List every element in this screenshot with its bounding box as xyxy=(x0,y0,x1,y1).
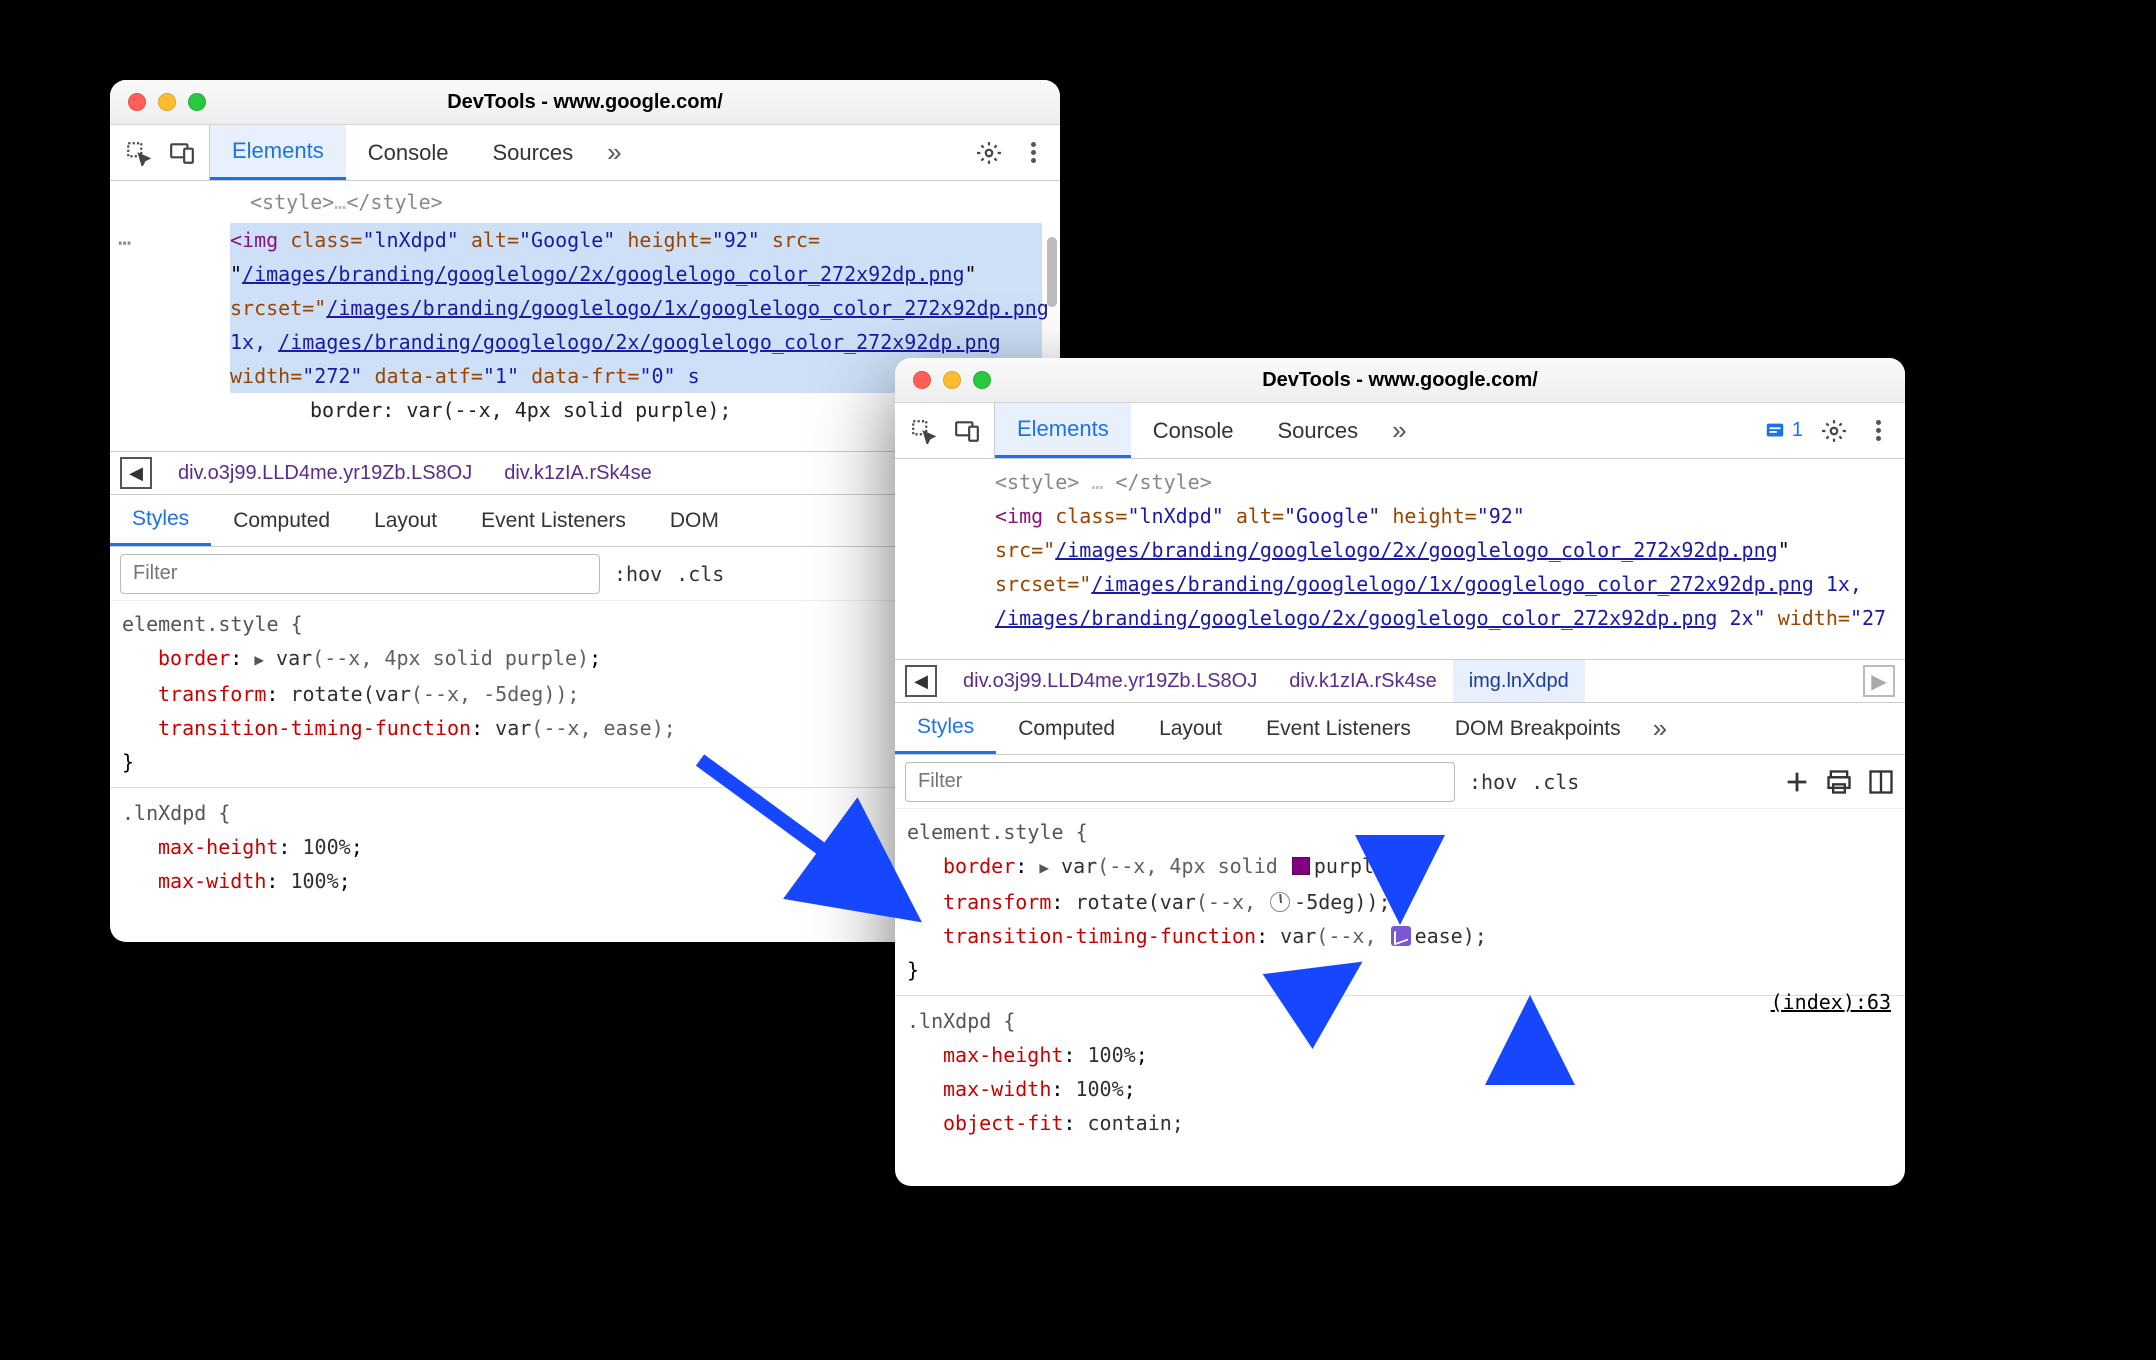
main-tabbar: Elements Console Sources » xyxy=(110,125,1060,181)
subtab-layout[interactable]: Layout xyxy=(1137,703,1244,754)
styles-filter-input[interactable] xyxy=(905,762,1455,802)
subtab-styles[interactable]: Styles xyxy=(895,703,996,754)
print-media-icon[interactable] xyxy=(1825,768,1853,796)
tab-console[interactable]: Console xyxy=(1131,403,1256,458)
srcset-link-2[interactable]: /images/branding/googlelogo/2x/googlelog… xyxy=(278,330,1000,354)
tab-sources[interactable]: Sources xyxy=(1255,403,1380,458)
more-tabs-icon[interactable]: » xyxy=(1380,403,1418,458)
breadcrumb-back-icon[interactable]: ◀ xyxy=(120,457,152,489)
tab-sources[interactable]: Sources xyxy=(470,125,595,180)
minimize-window-button[interactable] xyxy=(158,93,176,111)
close-window-button[interactable] xyxy=(128,93,146,111)
cls-toggle[interactable]: .cls xyxy=(676,562,724,586)
srcset-link-1[interactable]: /images/branding/googlelogo/1x/googlelog… xyxy=(1091,572,1813,596)
kebab-menu-icon[interactable] xyxy=(1865,420,1891,441)
dom-scrollbar[interactable] xyxy=(1047,237,1057,307)
styles-filter-input[interactable] xyxy=(120,554,600,594)
src-link[interactable]: /images/branding/googlelogo/2x/googlelog… xyxy=(1055,538,1777,562)
hov-toggle[interactable]: :hov xyxy=(614,562,662,586)
expand-shorthand-icon[interactable]: ▶ xyxy=(254,643,264,677)
rule-lnxdpd: .lnXdpd { xyxy=(907,1004,1893,1038)
breadcrumb-div1[interactable]: div.o3j99.LLD4me.yr19Zb.LS8OJ xyxy=(162,452,488,494)
styles-pane[interactable]: element.style { border: ▶ var(--x, 4px s… xyxy=(895,809,1905,1152)
settings-gear-icon[interactable] xyxy=(1821,418,1847,444)
devtools-window-after: DevTools - www.google.com/ Elements Cons… xyxy=(895,358,1905,1186)
styles-subtabs: Styles Computed Layout Event Listeners D… xyxy=(895,703,1905,755)
computed-toggle-icon[interactable] xyxy=(1867,768,1895,796)
breadcrumb-div2[interactable]: div.k1zIA.rSk4se xyxy=(1273,660,1452,702)
hov-toggle[interactable]: :hov xyxy=(1469,770,1517,794)
subtab-dom-breakpoints[interactable]: DOM Breakpoints xyxy=(1433,703,1643,754)
subtab-styles[interactable]: Styles xyxy=(110,495,211,546)
close-window-button[interactable] xyxy=(913,371,931,389)
inspect-icon[interactable] xyxy=(910,418,936,444)
main-tabbar: Elements Console Sources » 1 xyxy=(895,403,1905,459)
zoom-window-button[interactable] xyxy=(188,93,206,111)
window-title: DevTools - www.google.com/ xyxy=(895,369,1905,392)
breadcrumb-div2[interactable]: div.k1zIA.rSk4se xyxy=(488,452,667,494)
kebab-menu-icon[interactable] xyxy=(1020,142,1046,163)
settings-gear-icon[interactable] xyxy=(976,140,1002,166)
window-title: DevTools - www.google.com/ xyxy=(110,91,1060,114)
srcset-link-1[interactable]: /images/branding/googlelogo/1x/googlelog… xyxy=(326,296,1048,320)
device-toolbar-icon[interactable] xyxy=(954,418,980,444)
breadcrumb-back-icon[interactable]: ◀ xyxy=(905,665,937,697)
cls-toggle[interactable]: .cls xyxy=(1531,770,1579,794)
subtab-dom-breakpoints[interactable]: DOM xyxy=(648,495,728,546)
titlebar: DevTools - www.google.com/ xyxy=(895,358,1905,403)
breadcrumb-forward-icon[interactable]: ▶ xyxy=(1863,665,1895,697)
zoom-window-button[interactable] xyxy=(973,371,991,389)
subtab-computed[interactable]: Computed xyxy=(211,495,352,546)
source-link[interactable]: (index):63 xyxy=(1771,985,1891,1019)
dom-tree[interactable]: <style> … </style> <img class="lnXdpd" a… xyxy=(895,459,1905,659)
subtab-event-listeners[interactable]: Event Listeners xyxy=(459,495,648,546)
more-tabs-icon[interactable]: » xyxy=(595,125,633,180)
issues-button[interactable]: 1 xyxy=(1764,419,1803,442)
inspect-icon[interactable] xyxy=(125,140,151,166)
titlebar: DevTools - www.google.com/ xyxy=(110,80,1060,125)
bezier-swatch-icon[interactable] xyxy=(1391,926,1411,946)
breadcrumb: ◀ div.o3j99.LLD4me.yr19Zb.LS8OJ div.k1zI… xyxy=(895,659,1905,703)
more-subtabs-icon[interactable]: » xyxy=(1643,703,1677,754)
minimize-window-button[interactable] xyxy=(943,371,961,389)
styles-filter-row: :hov .cls xyxy=(895,755,1905,809)
src-link[interactable]: /images/branding/googlelogo/2x/googlelog… xyxy=(242,262,964,286)
subtab-event-listeners[interactable]: Event Listeners xyxy=(1244,703,1433,754)
srcset-link-2[interactable]: /images/branding/googlelogo/2x/googlelog… xyxy=(995,606,1717,630)
rule-element-style: element.style { xyxy=(907,815,1893,849)
tab-console[interactable]: Console xyxy=(346,125,471,180)
angle-swatch-icon[interactable] xyxy=(1270,892,1290,912)
subtab-computed[interactable]: Computed xyxy=(996,703,1137,754)
expand-shorthand-icon[interactable]: ▶ xyxy=(1039,851,1049,885)
tab-elements[interactable]: Elements xyxy=(995,403,1131,458)
breadcrumb-img[interactable]: img.lnXdpd xyxy=(1453,660,1585,702)
tab-elements[interactable]: Elements xyxy=(210,125,346,180)
new-style-rule-icon[interactable] xyxy=(1783,768,1811,796)
device-toolbar-icon[interactable] xyxy=(169,140,195,166)
subtab-layout[interactable]: Layout xyxy=(352,495,459,546)
collapsed-tree-icon[interactable]: ⋯ xyxy=(118,227,131,261)
breadcrumb-div1[interactable]: div.o3j99.LLD4me.yr19Zb.LS8OJ xyxy=(947,660,1273,702)
color-swatch-icon[interactable] xyxy=(1292,857,1310,875)
